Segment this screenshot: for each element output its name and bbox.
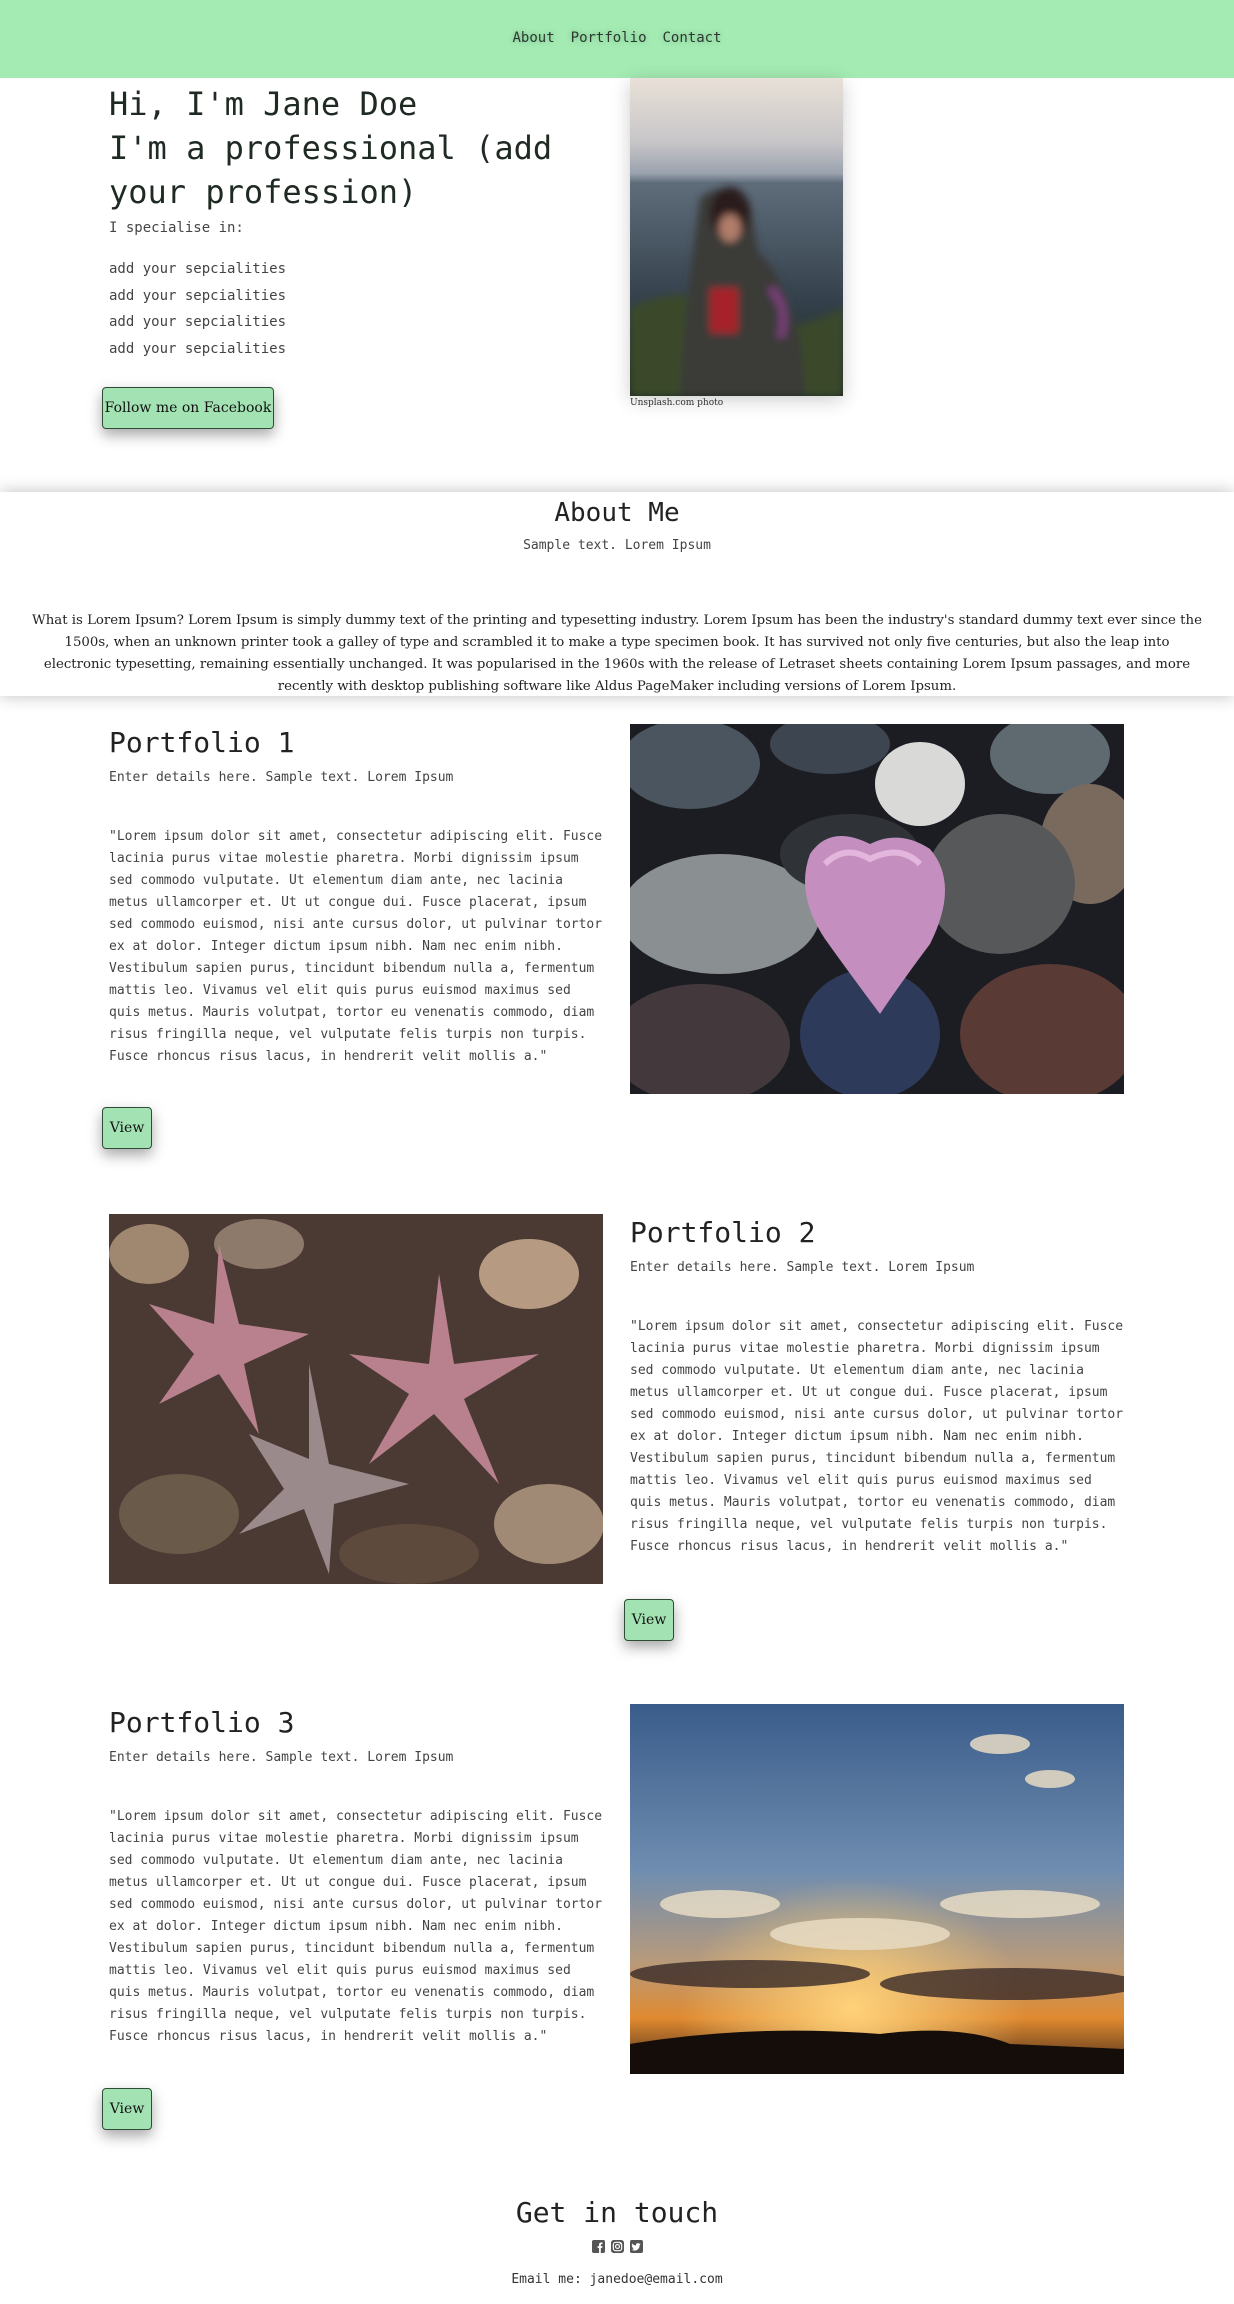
facebook-icon[interactable]	[591, 2240, 605, 2253]
contact-email[interactable]: Email me: janedoe@email.com	[0, 2272, 1234, 2287]
portfolio-1-title: Portfolio 1	[109, 726, 295, 759]
nav-link-about[interactable]: About	[508, 30, 558, 46]
portfolio-1-image[interactable]	[630, 724, 1124, 1094]
portfolio-2-body: "Lorem ipsum dolor sit amet, consectetur…	[630, 1319, 1124, 1554]
portfolio-3-body: "Lorem ipsum dolor sit amet, consectetur…	[109, 1809, 603, 2044]
photo-caption: Unsplash.com photo	[630, 398, 724, 408]
speciality-item: add your sepcialities	[109, 261, 287, 277]
speciality-item: add your sepcialities	[109, 340, 287, 357]
hero-heading: Hi, I'm Jane Doe I'm a professional (add…	[109, 82, 609, 214]
portfolio-2-title: Portfolio 2	[630, 1216, 816, 1249]
follow-facebook-button[interactable]: Follow me on Facebook	[102, 387, 274, 429]
hero-heading-line: your profession)	[109, 173, 418, 211]
social-links	[0, 2240, 1234, 2253]
speciality-item: add your sepcialities	[109, 287, 287, 304]
about-section: About Me Sample text. Lorem Ipsum What i…	[0, 492, 1234, 696]
twitter-icon[interactable]	[629, 2240, 643, 2253]
portfolio-2-subtitle: Enter details here. Sample text. Lorem I…	[630, 1260, 975, 1275]
portfolio-1-view-button[interactable]: View	[102, 1107, 152, 1149]
hero-heading-line: Hi, I'm Jane Doe	[109, 85, 418, 123]
profile-photo	[630, 78, 843, 396]
speciality-item: add your sepcialities	[109, 314, 287, 330]
specialise-label: I specialise in:	[109, 220, 244, 236]
nav-link-contact[interactable]: Contact	[659, 30, 726, 46]
speciality-list: add your sepcialities add your sepcialit…	[109, 256, 286, 362]
portfolio-3-title: Portfolio 3	[109, 1706, 295, 1739]
nav-links: About Portfolio Contact	[0, 30, 1234, 46]
portfolio-3-view-button[interactable]: View	[102, 2088, 152, 2130]
portfolio-3-subtitle: Enter details here. Sample text. Lorem I…	[109, 1750, 454, 1765]
instagram-icon[interactable]	[610, 2240, 624, 2253]
portfolio-2-image[interactable]	[109, 1214, 603, 1584]
portfolio-3-image[interactable]	[630, 1704, 1124, 2074]
portfolio-2-view-button[interactable]: View	[624, 1599, 674, 1641]
about-title: About Me	[554, 498, 680, 528]
hero-heading-line: I'm a professional (add	[109, 129, 553, 167]
about-body: What is Lorem Ipsum? Lorem Ipsum is simp…	[32, 613, 1202, 694]
nav-link-portfolio[interactable]: Portfolio	[567, 30, 651, 46]
about-subtitle: Sample text. Lorem Ipsum	[523, 538, 711, 553]
navbar: About Portfolio Contact	[0, 0, 1234, 78]
portfolio-1-subtitle: Enter details here. Sample text. Lorem I…	[109, 770, 454, 785]
contact-title: Get in touch	[515, 2196, 719, 2229]
portfolio-1-body: "Lorem ipsum dolor sit amet, consectetur…	[109, 829, 603, 1064]
